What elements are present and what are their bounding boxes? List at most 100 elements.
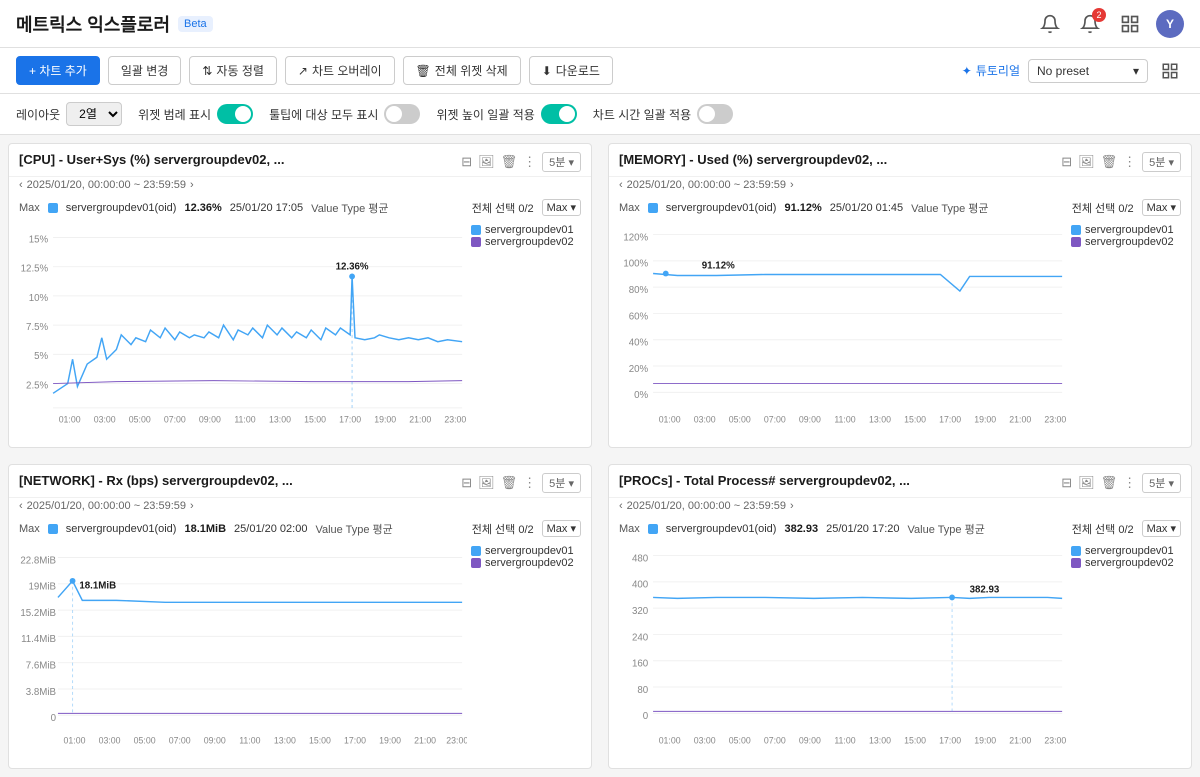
memory-image-icon[interactable]: 🖼 — [1078, 154, 1095, 170]
svg-text:05:00: 05:00 — [134, 736, 156, 746]
delete-icon: 🗑 — [416, 64, 431, 78]
cpu-chart-body: 15% 12.5% 10% 7.5% 5% 2.5% — [9, 220, 591, 447]
svg-text:0: 0 — [51, 713, 57, 724]
svg-text:21:00: 21:00 — [409, 415, 431, 425]
procs-image-icon[interactable]: 🖼 — [1078, 475, 1095, 491]
svg-text:07:00: 07:00 — [164, 415, 186, 425]
cpu-legend-item-1: servergroupdev01 — [471, 224, 581, 236]
svg-text:19MiB: 19MiB — [28, 582, 56, 593]
height-toggle[interactable] — [541, 104, 577, 124]
memory-filter-icon[interactable]: ⊟ — [1061, 154, 1072, 170]
chart-overlay-button[interactable]: ↗ 차트 오버레이 — [285, 56, 395, 85]
memory-chart-header: [MEMORY] - Used (%) servergroupdev02, ..… — [609, 144, 1191, 177]
layout-option: 레이아웃 2열 — [16, 102, 122, 126]
svg-text:05:00: 05:00 — [129, 415, 151, 425]
svg-text:160: 160 — [632, 659, 649, 670]
avatar[interactable]: Y — [1156, 10, 1184, 38]
add-chart-button[interactable]: + 차트 추가 — [16, 56, 100, 85]
network-max-select[interactable]: Max ▾ — [542, 520, 581, 537]
cpu-interval[interactable]: 5분 ▾ — [542, 152, 581, 172]
memory-chart-card: [MEMORY] - Used (%) servergroupdev02, ..… — [608, 143, 1192, 448]
time-option: 차트 시간 일괄 적용 — [593, 104, 733, 124]
procs-chart-title: [PROCs] - Total Process# servergroupdev0… — [619, 473, 1061, 488]
tooltip-toggle[interactable] — [384, 104, 420, 124]
svg-text:382.93: 382.93 — [970, 585, 1000, 596]
svg-text:07:00: 07:00 — [169, 736, 191, 746]
cpu-max-select[interactable]: Max ▾ — [542, 199, 581, 216]
bell-icon[interactable]: 2 — [1076, 10, 1104, 38]
memory-chart-body: 120% 100% 80% 60% 40% 20% 0% — [609, 220, 1191, 447]
notification-badge: 2 — [1092, 8, 1106, 22]
memory-more-icon[interactable]: ⋮ — [1123, 154, 1136, 170]
svg-text:480: 480 — [632, 553, 649, 564]
cpu-chart-card: [CPU] - User+Sys (%) servergroupdev02, .… — [8, 143, 592, 448]
cpu-next-icon[interactable]: › — [190, 179, 194, 191]
cpu-prev-icon[interactable]: ‹ — [19, 179, 23, 191]
cpu-trash-icon[interactable]: 🗑 — [501, 154, 518, 170]
auto-sort-button[interactable]: ⇅ 자동 정렬 — [189, 56, 277, 85]
procs-max-select[interactable]: Max ▾ — [1142, 520, 1181, 537]
procs-prev-icon[interactable]: ‹ — [619, 500, 623, 512]
cpu-filter-icon[interactable]: ⊟ — [461, 154, 472, 170]
procs-chart-meta: Max servergroupdev01(oid) 382.93 25/01/2… — [609, 516, 1191, 541]
memory-next-icon[interactable]: › — [790, 179, 794, 191]
network-image-icon[interactable]: 🖼 — [478, 475, 495, 491]
grid-settings-icon[interactable] — [1156, 57, 1184, 85]
memory-chart-meta: Max servergroupdev01(oid) 91.12% 25/01/2… — [609, 195, 1191, 220]
download-button[interactable]: ⬇ 다운로드 — [529, 56, 613, 85]
cpu-more-icon[interactable]: ⋮ — [523, 154, 536, 170]
svg-text:07:00: 07:00 — [764, 415, 786, 425]
network-legend-dot-1 — [471, 546, 481, 556]
network-legend-color — [48, 524, 58, 534]
network-more-icon[interactable]: ⋮ — [523, 475, 536, 491]
network-legend: servergroupdev01 servergroupdev02 — [471, 541, 581, 764]
memory-interval[interactable]: 5분 ▾ — [1142, 152, 1181, 172]
svg-text:3.8MiB: 3.8MiB — [26, 687, 56, 698]
bulk-edit-button[interactable]: 일괄 변경 — [108, 56, 182, 85]
svg-text:01:00: 01:00 — [64, 736, 86, 746]
cpu-image-icon[interactable]: 🖼 — [478, 154, 495, 170]
notification-icon[interactable] — [1036, 10, 1064, 38]
network-next-icon[interactable]: › — [190, 500, 194, 512]
svg-text:60%: 60% — [629, 311, 649, 322]
tutorial-link[interactable]: ✦ 튜토리얼 — [962, 62, 1020, 79]
procs-legend-dot-2 — [1071, 558, 1081, 568]
layout-icon[interactable] — [1116, 10, 1144, 38]
memory-max-select[interactable]: Max ▾ — [1142, 199, 1181, 216]
layout-select[interactable]: 2열 — [66, 102, 122, 126]
procs-more-icon[interactable]: ⋮ — [1123, 475, 1136, 491]
svg-text:7.5%: 7.5% — [26, 322, 49, 333]
svg-text:15.2MiB: 15.2MiB — [20, 608, 56, 619]
svg-text:03:00: 03:00 — [694, 736, 716, 746]
cpu-chart-svg: 15% 12.5% 10% 7.5% 5% 2.5% — [19, 220, 467, 443]
network-prev-icon[interactable]: ‹ — [19, 500, 23, 512]
procs-trash-icon[interactable]: 🗑 — [1101, 475, 1118, 491]
procs-interval[interactable]: 5분 ▾ — [1142, 473, 1181, 493]
svg-text:09:00: 09:00 — [204, 736, 226, 746]
legend-toggle[interactable] — [217, 104, 253, 124]
svg-text:2.5%: 2.5% — [26, 380, 49, 391]
svg-text:22.8MiB: 22.8MiB — [20, 555, 56, 566]
memory-legend-color — [648, 203, 658, 213]
memory-trash-icon[interactable]: 🗑 — [1101, 154, 1118, 170]
network-filter-icon[interactable]: ⊟ — [461, 475, 472, 491]
procs-filter-icon[interactable]: ⊟ — [1061, 475, 1072, 491]
svg-text:01:00: 01:00 — [659, 415, 681, 425]
svg-text:11:00: 11:00 — [239, 736, 260, 746]
procs-next-icon[interactable]: › — [790, 500, 794, 512]
svg-text:15:00: 15:00 — [309, 736, 331, 746]
network-trash-icon[interactable]: 🗑 — [501, 475, 518, 491]
svg-text:23:00: 23:00 — [1044, 736, 1066, 746]
procs-chart-card: [PROCs] - Total Process# servergroupdev0… — [608, 464, 1192, 769]
time-toggle[interactable] — [697, 104, 733, 124]
preset-select[interactable]: No preset ▾ — [1028, 59, 1148, 83]
memory-prev-icon[interactable]: ‹ — [619, 179, 623, 191]
charts-grid: [CPU] - User+Sys (%) servergroupdev02, .… — [0, 135, 1200, 777]
tooltip-option: 툴팁에 대상 모두 표시 — [269, 104, 420, 124]
network-interval[interactable]: 5분 ▾ — [542, 473, 581, 493]
height-label: 위젯 높이 일괄 적용 — [436, 106, 534, 123]
tutorial-icon: ✦ — [962, 64, 972, 78]
svg-text:05:00: 05:00 — [729, 736, 751, 746]
network-chart-title: [NETWORK] - Rx (bps) servergroupdev02, .… — [19, 473, 461, 488]
delete-all-button[interactable]: 🗑 전체 위젯 삭제 — [403, 56, 521, 85]
